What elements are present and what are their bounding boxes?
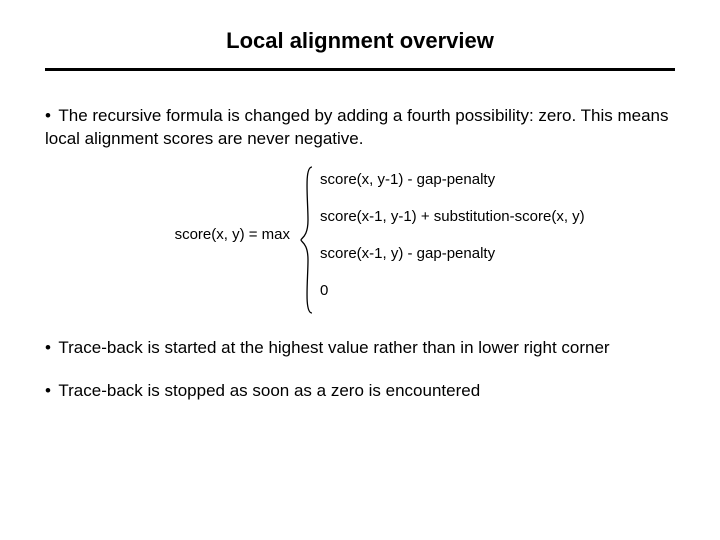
bullet-3: • Trace-back is stopped as soon as a zer…: [45, 380, 675, 403]
bullet-2: • Trace-back is started at the highest v…: [45, 337, 675, 360]
bullet-1-text: The recursive formula is changed by addi…: [45, 106, 668, 148]
slide: Local alignment overview • The recursive…: [0, 0, 720, 540]
bullet-1: • The recursive formula is changed by ad…: [45, 105, 675, 151]
formula-option-4: 0: [320, 282, 585, 299]
bullet-3-text: Trace-back is stopped as soon as a zero …: [58, 381, 480, 400]
bullet-dot-icon: •: [45, 337, 51, 360]
formula-options: score(x, y-1) - gap-penalty score(x-1, y…: [314, 171, 585, 299]
formula-option-1: score(x, y-1) - gap-penalty: [320, 171, 585, 188]
bullet-2-text: Trace-back is started at the highest val…: [58, 338, 609, 357]
formula-lhs: score(x, y) = max: [45, 226, 300, 243]
formula-option-3: score(x-1, y) - gap-penalty: [320, 245, 585, 262]
formula-block: score(x, y) = max score(x, y-1) - gap-pe…: [45, 171, 675, 299]
formula-option-2: score(x-1, y-1) + substitution-score(x, …: [320, 208, 585, 225]
bullet-dot-icon: •: [45, 105, 51, 128]
slide-title: Local alignment overview: [45, 28, 675, 54]
title-underline: [45, 68, 675, 71]
bullet-dot-icon: •: [45, 380, 51, 403]
